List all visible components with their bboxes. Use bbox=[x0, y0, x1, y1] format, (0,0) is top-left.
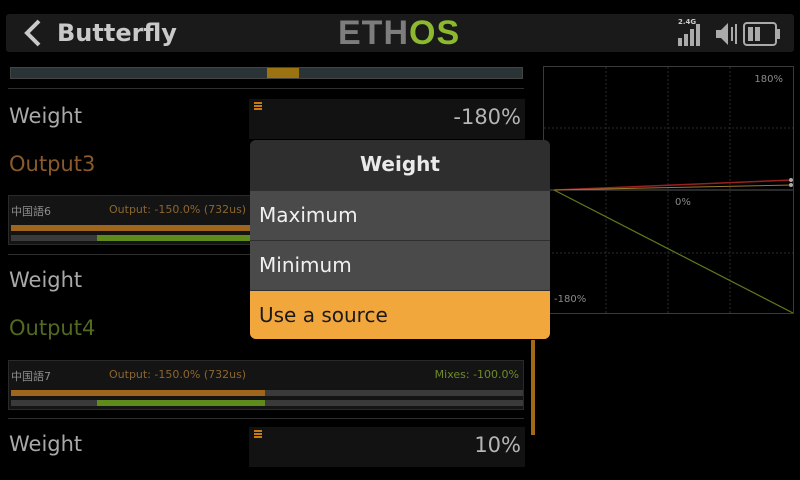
channel-bar-partial bbox=[10, 67, 523, 79]
weight-label: Weight bbox=[9, 104, 83, 128]
output-value: Output: -150.0% (732us) bbox=[109, 203, 247, 216]
option-minimum[interactable]: Minimum bbox=[250, 240, 550, 289]
output-bar bbox=[11, 390, 523, 396]
ethos-logo: ETHOS bbox=[338, 14, 461, 52]
output4-label: Output4 bbox=[9, 316, 96, 340]
weight-value-field[interactable]: 10% bbox=[249, 427, 525, 467]
drag-handle-icon bbox=[254, 102, 262, 111]
mix-bar bbox=[11, 400, 523, 406]
page-title: Butterfly bbox=[57, 19, 177, 47]
dialog-title: Weight bbox=[250, 140, 550, 190]
weight-value: -180% bbox=[453, 105, 521, 129]
drag-handle-icon bbox=[254, 430, 262, 439]
curve-max-label: 180% bbox=[754, 74, 783, 85]
channel-monitor: 中国語7 Output: -150.0% (732us) Mixes: -100… bbox=[8, 360, 524, 410]
header-bar: Butterfly ETHOS 2.4G bbox=[0, 0, 800, 60]
output-value: Output: -150.0% (732us) bbox=[109, 368, 247, 381]
curve-center-label: 0% bbox=[675, 197, 691, 208]
status-icons bbox=[678, 22, 780, 46]
weight-value: 10% bbox=[474, 433, 521, 457]
curve-plot bbox=[544, 67, 793, 313]
mixes-value: Mixes: -100.0% bbox=[434, 368, 519, 381]
channel-name: 中国語7 bbox=[11, 370, 51, 383]
weight-value-field[interactable]: -180% bbox=[249, 99, 525, 139]
weight-dialog: Weight Maximum Minimum Use a source bbox=[250, 140, 550, 339]
divider bbox=[8, 88, 524, 89]
weight-label: Weight bbox=[9, 268, 83, 292]
divider bbox=[8, 418, 524, 419]
speaker-icon bbox=[716, 23, 737, 45]
weight-label: Weight bbox=[9, 432, 83, 456]
curve-graph: 180% 0% -180% bbox=[543, 66, 794, 314]
back-button[interactable] bbox=[14, 14, 52, 52]
chevron-left-icon bbox=[24, 19, 41, 47]
signal-bars-icon bbox=[678, 24, 700, 46]
curve-min-label: -180% bbox=[554, 294, 587, 305]
output3-label: Output3 bbox=[9, 152, 96, 176]
battery-icon bbox=[743, 22, 780, 46]
option-maximum[interactable]: Maximum bbox=[250, 190, 550, 239]
scrollbar[interactable] bbox=[531, 340, 535, 435]
channel-name: 中国語6 bbox=[11, 205, 51, 218]
option-use-a-source[interactable]: Use a source bbox=[250, 290, 550, 339]
